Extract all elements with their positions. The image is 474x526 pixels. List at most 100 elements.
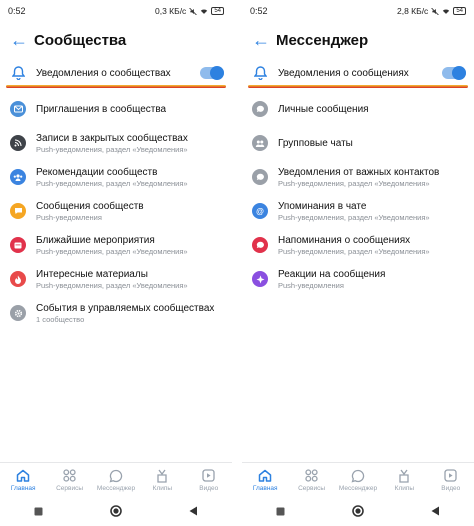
tab-label: Главная <box>252 484 278 492</box>
main-toggle-row[interactable]: Уведомления о сообществах <box>0 58 232 88</box>
back-triangle-icon[interactable] <box>423 501 447 521</box>
status-bar: 0:52 2,8 КБ/с 54 <box>242 0 474 22</box>
settings-list: Приглашения в сообщества Записи в закрыт… <box>0 88 232 330</box>
main-toggle-row[interactable]: Уведомления о сообщениях <box>242 58 474 88</box>
tab-clips[interactable]: Клипы <box>381 468 427 492</box>
tab-label: Клипы <box>394 484 415 492</box>
clips-icon <box>396 468 412 484</box>
list-item[interactable]: Уведомления от важных контактов Push-уве… <box>242 160 474 194</box>
messenger-icon <box>108 468 124 484</box>
home-icon <box>257 468 273 484</box>
item-label: Реакции на сообщения <box>278 268 386 280</box>
invite-icon <box>10 101 26 117</box>
main-toggle-switch[interactable] <box>200 66 224 80</box>
item-label: Приглашения в сообщества <box>36 103 167 115</box>
item-subtitle: Push-уведомления, раздел «Уведомления» <box>36 246 188 256</box>
tab-video[interactable]: Видео <box>428 468 474 492</box>
tab-label: Видео <box>441 484 461 492</box>
main-toggle-switch[interactable] <box>442 66 466 80</box>
header: ← Мессенджер <box>242 22 474 58</box>
header: ← Сообщества <box>0 22 232 58</box>
list-item[interactable]: Рекомендации сообществ Push-уведомления,… <box>0 160 232 194</box>
item-subtitle: Push-уведомления, раздел «Уведомления» <box>36 178 188 188</box>
status-bar: 0:52 0,3 КБ/с 54 <box>0 0 232 22</box>
back-arrow-icon[interactable]: ← <box>10 31 32 49</box>
list-item[interactable]: Записи в закрытых сообществах Push-уведо… <box>0 126 232 160</box>
item-label: Записи в закрытых сообществах <box>36 132 188 144</box>
tab-home[interactable]: Главная <box>0 468 46 492</box>
list-item[interactable]: Приглашения в сообщества <box>0 92 232 126</box>
chat-icon <box>252 101 268 117</box>
item-subtitle: Push-уведомления, раздел «Уведомления» <box>36 280 188 290</box>
tab-label: Мессенджер <box>338 484 378 492</box>
item-label: Интересные материалы <box>36 268 148 280</box>
item-subtitle: 1 сообщество <box>36 314 85 324</box>
users-icon <box>10 169 26 185</box>
list-item[interactable]: Реакции на сообщения Push-уведомления <box>242 262 474 296</box>
tab-services[interactable]: Сервисы <box>289 468 335 492</box>
fire-icon <box>10 271 26 287</box>
mention-icon: @ <box>252 203 268 219</box>
system-nav-bar <box>242 496 474 526</box>
list-item[interactable]: Сообщения сообществ Push-уведомления <box>0 194 232 228</box>
item-subtitle: Push-уведомления, раздел «Уведомления» <box>278 212 430 222</box>
main-toggle-label: Уведомления о сообщениях <box>278 67 409 79</box>
list-item[interactable]: Личные сообщения <box>242 92 474 126</box>
tab-label: Клипы <box>152 484 173 492</box>
settings-list: Личные сообщения Групповые чаты Уведомле… <box>242 88 474 296</box>
back-triangle-icon[interactable] <box>181 501 205 521</box>
tab-messenger[interactable]: Мессенджер <box>93 468 139 492</box>
page-title: Мессенджер <box>276 31 369 49</box>
main-toggle-label: Уведомления о сообществах <box>36 67 171 79</box>
tab-bar: Главная Сервисы Мессенджер Клипы Видео <box>242 462 474 496</box>
tab-video[interactable]: Видео <box>186 468 232 492</box>
recents-icon[interactable] <box>269 501 293 521</box>
list-item[interactable]: События в управляемых сообществах 1 сооб… <box>0 296 232 330</box>
item-label: Групповые чаты <box>278 137 353 149</box>
item-subtitle: Push-уведомления, раздел «Уведомления» <box>278 178 430 188</box>
back-arrow-icon[interactable]: ← <box>252 31 274 49</box>
highlight-underline <box>248 85 468 88</box>
home-button-icon[interactable] <box>346 501 370 521</box>
tab-clips[interactable]: Клипы <box>139 468 185 492</box>
item-label: Уведомления от важных контактов <box>278 166 440 178</box>
services-icon <box>304 468 320 484</box>
group-chat-icon <box>252 135 268 151</box>
tab-label: Главная <box>10 484 36 492</box>
mute-icon <box>189 7 198 15</box>
network-speed: 2,8 КБ/с <box>396 6 429 16</box>
messenger-icon <box>350 468 366 484</box>
list-item[interactable]: Ближайшие мероприятия Push-уведомления, … <box>0 228 232 262</box>
network-speed: 0,3 КБ/с <box>154 6 187 16</box>
tab-label: Видео <box>199 484 219 492</box>
video-icon <box>201 468 217 484</box>
item-subtitle: Push-уведомления <box>278 280 344 290</box>
status-time: 0:52 <box>8 6 26 16</box>
item-label: Напоминания о сообщениях <box>278 234 411 246</box>
item-subtitle: Push-уведомления, раздел «Уведомления» <box>36 144 188 154</box>
highlight-underline <box>6 85 226 88</box>
item-label: Рекомендации сообществ <box>36 166 158 178</box>
bell-icon <box>10 65 26 81</box>
page-title: Сообщества <box>34 31 127 49</box>
tab-messenger[interactable]: Мессенджер <box>335 468 381 492</box>
tab-bar: Главная Сервисы Мессенджер Клипы Видео <box>0 462 232 496</box>
tab-services[interactable]: Сервисы <box>47 468 93 492</box>
status-time: 0:52 <box>250 6 268 16</box>
rss-icon <box>10 135 26 151</box>
right-screen: 0:52 2,8 КБ/с 54 ← Мессенджер Уведомлени… <box>242 0 474 526</box>
list-item[interactable]: Групповые чаты <box>242 126 474 160</box>
list-item[interactable]: Напоминания о сообщениях Push-уведомлени… <box>242 228 474 262</box>
list-item[interactable]: @ Упоминания в чате Push-уведомления, ра… <box>242 194 474 228</box>
item-label: Сообщения сообществ <box>36 200 144 212</box>
reaction-icon <box>252 271 268 287</box>
important-icon <box>252 169 268 185</box>
item-label: Ближайшие мероприятия <box>36 234 155 246</box>
list-item[interactable]: Интересные материалы Push-уведомления, р… <box>0 262 232 296</box>
message-icon <box>10 203 26 219</box>
tab-label: Мессенджер <box>96 484 136 492</box>
item-label: Упоминания в чате <box>278 200 367 212</box>
home-button-icon[interactable] <box>104 501 128 521</box>
tab-home[interactable]: Главная <box>242 468 288 492</box>
recents-icon[interactable] <box>27 501 51 521</box>
